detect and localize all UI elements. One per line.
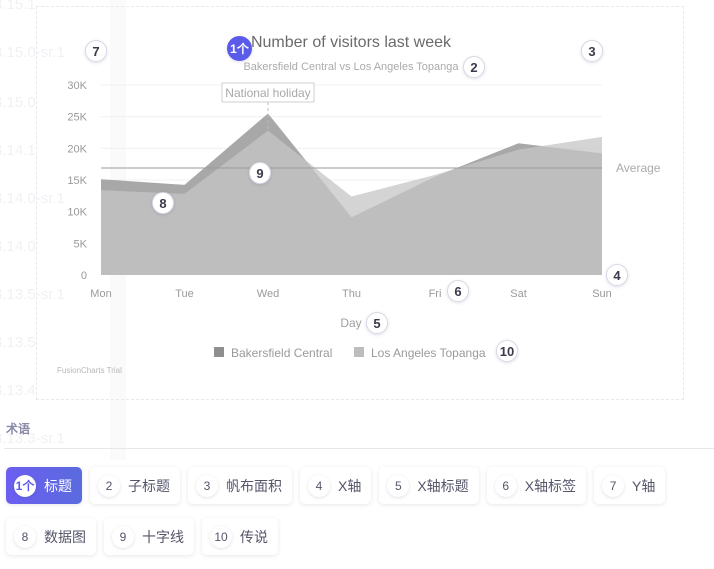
y-tick-label: 15K (67, 175, 87, 187)
trendline-label: Average (616, 161, 661, 175)
term-number-badge: 10 (210, 525, 232, 548)
term-number-badge: 5 (387, 474, 410, 497)
term-number-badge: 9 (112, 525, 134, 548)
marker-title[interactable]: 1个 (227, 36, 252, 61)
term-label: 标题 (44, 477, 72, 494)
marker-canvas[interactable]: 3 (581, 40, 603, 62)
term-button-x-axis[interactable]: 4 X轴 (300, 467, 372, 504)
term-label: 十字线 (142, 528, 184, 545)
y-tick-label: 5K (74, 238, 88, 250)
term-number-badge: 3 (196, 474, 218, 497)
term-label: Y轴 (632, 477, 656, 494)
term-button-x-axis-labels[interactable]: 6 X轴标签 (486, 467, 587, 504)
legend-swatch[interactable] (214, 347, 224, 357)
term-label: 传说 (240, 528, 268, 545)
section-divider (4, 448, 714, 449)
term-button-canvas[interactable]: 3 帆布面积 (188, 467, 292, 504)
x-tick-label: Mon (90, 288, 111, 300)
marker-x-axis-title[interactable]: 5 (366, 312, 388, 334)
marker-x-axis[interactable]: 4 (606, 264, 628, 286)
x-tick-label: Tue (175, 288, 194, 300)
term-label: X轴标题 (417, 477, 469, 494)
term-number-badge: 2 (98, 474, 120, 497)
y-tick-label: 25K (67, 112, 87, 124)
term-number-badge: 8 (14, 525, 36, 548)
y-tick-label: 10K (67, 207, 87, 219)
term-label: 帆布面积 (226, 477, 282, 494)
term-button-title[interactable]: 1个 标题 (6, 467, 82, 504)
x-tick-label: Sat (510, 288, 527, 300)
x-tick-label: Thu (342, 288, 361, 300)
term-label: 数据图 (44, 528, 86, 545)
x-tick-label: Wed (257, 288, 279, 300)
term-button-data-plot[interactable]: 8 数据图 (6, 518, 96, 555)
marker-data-plot[interactable]: 8 (152, 192, 174, 214)
trial-watermark: FusionCharts Trial (57, 366, 122, 375)
term-number-badge: 6 (494, 474, 517, 497)
data-plot (101, 113, 602, 276)
section-heading-terms: 术语 (6, 422, 31, 436)
y-axis-labels: 0 5K 10K 15K 20K 25K 30K (67, 80, 87, 282)
marker-y-axis[interactable]: 7 (85, 40, 107, 62)
term-button-x-axis-title[interactable]: 5 X轴标题 (379, 467, 479, 504)
term-label: X轴 (338, 477, 362, 494)
term-button-subtitle[interactable]: 2 子标题 (90, 467, 180, 504)
y-tick-label: 30K (67, 80, 87, 92)
vline-label: National holiday (225, 86, 310, 100)
marker-subtitle[interactable]: 2 (463, 56, 485, 78)
term-button-y-axis[interactable]: 7 Y轴 (594, 467, 666, 504)
term-label: 子标题 (128, 477, 170, 494)
x-tick-label: Sun (592, 288, 612, 300)
legend-swatch[interactable] (354, 347, 364, 357)
area-series-los-angeles-topanga[interactable] (101, 130, 602, 275)
x-tick-label: Fri (429, 288, 442, 300)
marker-crossline[interactable]: 9 (249, 162, 271, 184)
vline-label-box: National holiday (221, 82, 315, 103)
term-button-legend[interactable]: 10 传说 (202, 518, 278, 555)
y-tick-label: 0 (81, 270, 87, 282)
area-chart: National holiday Average 0 5K 10K 15K 20K 25K… (57, 34, 661, 375)
chart-title: Number of visitors last week (251, 34, 452, 51)
term-number-badge: 4 (308, 474, 330, 497)
term-number-badge: 1个 (14, 474, 36, 497)
marker-x-axis-labels[interactable]: 6 (447, 280, 469, 302)
legend: Bakersfield Central Los Angeles Topanga (214, 346, 486, 360)
marker-legend[interactable]: 10 (496, 340, 518, 362)
term-button-crossline[interactable]: 9 十字线 (104, 518, 194, 555)
x-axis-labels: Mon Tue Wed Thu Fri Sat Sun (90, 288, 611, 300)
legend-item-label[interactable]: Bakersfield Central (231, 346, 332, 360)
term-label: X轴标签 (524, 477, 577, 494)
y-tick-label: 20K (67, 143, 87, 155)
term-buttons: 1个 标题 2 子标题 3 帆布面积 4 X轴 5 X轴标题 6 X轴标签 7 Y轴 8 数据图… (6, 467, 712, 555)
x-axis-title: Day (340, 316, 361, 330)
chart-subtitle: Bakersfield Central vs Los Angeles Topan… (243, 61, 459, 73)
term-number-badge: 7 (602, 474, 625, 497)
legend-item-label[interactable]: Los Angeles Topanga (371, 346, 486, 360)
